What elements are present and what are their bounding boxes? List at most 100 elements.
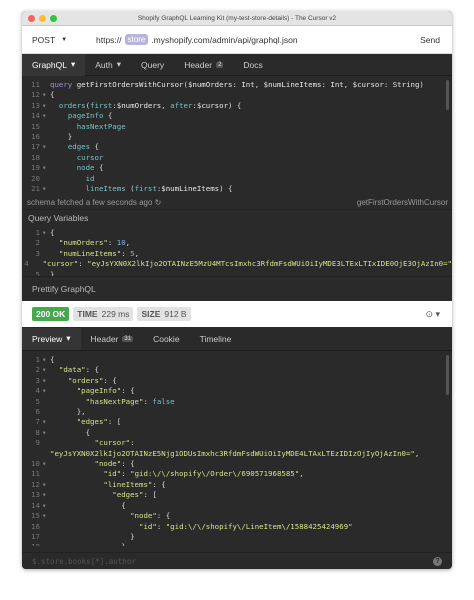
help-icon[interactable]: ? — [433, 556, 442, 566]
environment-variable-tag[interactable]: store — [124, 34, 149, 45]
response-scrollbar[interactable] — [446, 355, 449, 395]
code-line: 12 ▾{ — [22, 90, 452, 100]
fold-toggle-icon[interactable]: ▾ — [42, 365, 50, 375]
variables-editor[interactable]: 1 ▾{2 "numOrders": 10, 3 "numLineItems": 5… — [22, 226, 452, 276]
line-number: 3 — [35, 375, 40, 385]
fold-toggle-icon[interactable]: ▾ — [42, 511, 50, 521]
fold-toggle-icon[interactable]: ▾ — [42, 111, 50, 121]
query-variables-header[interactable]: Query Variables — [22, 209, 452, 226]
chevron-down-icon: ▾ — [70, 59, 76, 69]
fold-gutter — [42, 438, 50, 448]
code-line: 14 ▾ pageInfo { — [22, 111, 452, 121]
response-tab-timeline[interactable]: Timeline — [190, 328, 242, 350]
response-tab-header[interactable]: Header 31 — [81, 328, 144, 350]
chevron-down-icon: ▾ — [66, 333, 71, 343]
query-scrollbar[interactable] — [446, 80, 449, 110]
code-line: 17 ▾ edges { — [22, 142, 452, 152]
line-number: 2 — [35, 365, 40, 375]
line-number: 9 — [35, 438, 40, 448]
request-tab-query[interactable]: Query — [131, 54, 174, 76]
code-token: { — [90, 142, 99, 152]
code-token: cursor — [76, 152, 104, 162]
line-number: 4 — [35, 386, 40, 396]
prettify-button[interactable]: Prettify GraphQL — [22, 276, 452, 301]
line-number: 4 — [24, 259, 29, 269]
code-line: 9 "cursor": — [22, 438, 452, 448]
fold-toggle-icon[interactable]: ▾ — [42, 194, 50, 195]
url-input[interactable]: https:// store .myshopify.com/admin/api/… — [96, 34, 420, 45]
send-button[interactable]: Send — [420, 35, 452, 45]
method-select[interactable]: POST ▼ — [22, 35, 96, 45]
operation-name[interactable]: getFirstOrdersWithCursor — [357, 198, 448, 207]
code-text: "edges": [ — [50, 417, 122, 427]
request-tab-auth[interactable]: Auth ▾ — [85, 54, 131, 76]
fold-toggle-icon[interactable]: ▾ — [42, 428, 50, 438]
response-viewer[interactable]: 1 ▾{2 ▾ "data": {3 ▾ "orders": {4 ▾ "pageInf… — [22, 351, 452, 546]
request-tab-graphql[interactable]: GraphQL ▾ — [22, 53, 86, 76]
code-token: , — [299, 469, 304, 479]
fold-toggle-icon[interactable]: ▾ — [42, 459, 50, 469]
request-tab-docs[interactable]: Docs — [233, 54, 272, 76]
code-token: , — [343, 80, 353, 89]
line-number: 18 — [22, 542, 42, 546]
code-text: node { — [50, 163, 104, 173]
response-tab-preview[interactable]: Preview ▾ — [22, 327, 81, 350]
code-line: 4 ▾ "pageInfo": { — [22, 386, 452, 396]
request-tab-header[interactable]: Header 2 — [174, 54, 233, 76]
code-text: edges { — [50, 142, 99, 152]
history-clock-icon[interactable]: ⊙ ▾ — [425, 309, 440, 320]
fold-toggle-icon[interactable]: ▾ — [42, 355, 50, 365]
code-token: "id" — [139, 521, 157, 531]
code-token: } — [50, 132, 73, 142]
method-label: POST — [32, 34, 56, 45]
fold-toggle-icon[interactable]: ▾ — [42, 163, 50, 173]
fold-toggle-icon[interactable]: ▾ — [42, 386, 50, 396]
line-number: 21 — [31, 184, 40, 194]
code-token: { — [50, 90, 55, 100]
code-text: query getFirstOrdersWithCursor($numOrder… — [50, 80, 424, 90]
fold-toggle-icon[interactable]: ▾ — [42, 501, 50, 511]
fold-toggle-icon[interactable]: ▾ — [42, 142, 50, 152]
fold-gutter — [42, 270, 50, 276]
code-token: { — [103, 111, 113, 121]
code-line: 18 } — [22, 542, 452, 546]
code-token: 10 — [116, 238, 126, 248]
line-number: 11 — [31, 80, 40, 89]
fold-toggle-icon[interactable]: ▾ — [42, 101, 50, 111]
code-line: 5} — [22, 270, 452, 276]
fold-toggle-icon[interactable]: ▾ — [42, 417, 50, 427]
code-text: "hasNextPage": false — [50, 397, 175, 407]
code-token: : [ — [107, 417, 122, 427]
refresh-icon[interactable]: ↻ — [155, 198, 162, 207]
line-number: 12 — [31, 479, 40, 489]
url-prefix: https:// — [96, 34, 122, 45]
fold-toggle-icon[interactable]: ▾ — [42, 228, 50, 238]
code-token: { — [50, 427, 91, 437]
code-line: 11 query getFirstOrdersWithCursor($numOrd… — [22, 80, 452, 90]
line-number — [22, 449, 42, 459]
code-line: 2 "numOrders": 10, — [22, 238, 452, 248]
code-token: } — [50, 531, 135, 541]
fold-toggle-icon[interactable]: ▾ — [42, 90, 50, 100]
code-token: : — [130, 438, 135, 448]
fold-toggle-icon[interactable]: ▾ — [42, 376, 50, 386]
code-token: : — [107, 238, 117, 248]
response-filter-input[interactable]: $.store.books[*].author — [32, 557, 136, 566]
code-token: ) { — [228, 100, 242, 110]
fold-toggle-icon[interactable]: ▾ — [42, 184, 50, 194]
query-editor[interactable]: 11 query getFirstOrdersWithCursor($numOrd… — [22, 76, 452, 195]
fold-toggle-icon[interactable]: ▾ — [42, 490, 50, 500]
code-token: false — [152, 396, 175, 406]
code-token: , — [414, 448, 420, 458]
code-token: : { — [103, 375, 117, 385]
fold-toggle-icon[interactable]: ▾ — [42, 480, 50, 490]
response-filter-bar: $.store.books[*].author ? — [22, 552, 452, 569]
code-text: orders(first:$numOrders, after:$cursor) … — [50, 101, 241, 111]
response-tab-cookie[interactable]: Cookie — [143, 328, 189, 350]
code-line: 13 ▾ "edges": [ — [22, 490, 452, 500]
code-token: "pageInfo" — [76, 386, 122, 396]
request-tab-label: Docs — [243, 59, 263, 70]
fold-gutter — [42, 449, 50, 459]
